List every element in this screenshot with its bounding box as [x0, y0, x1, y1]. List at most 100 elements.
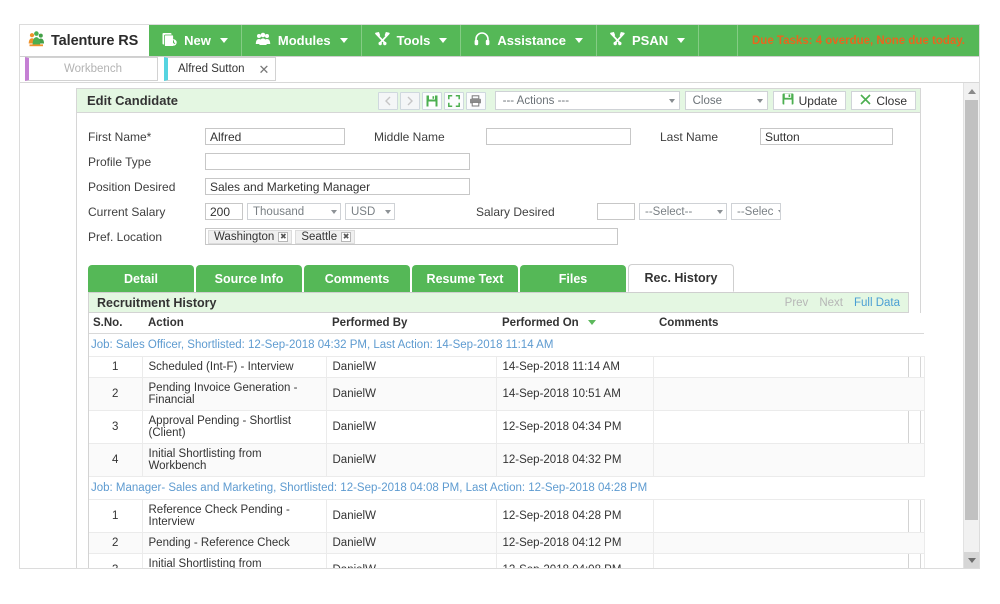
- cell-performed-by: DanielW: [326, 499, 497, 533]
- pref-location-tag-input[interactable]: Washington ✖ Seattle ✖: [205, 228, 618, 245]
- column-header-performed-by[interactable]: Performed By: [326, 313, 496, 334]
- application-window: Talenture RS New Modules Tools Assistanc…: [19, 24, 980, 569]
- location-tag-label: Seattle: [301, 230, 338, 243]
- first-name-field[interactable]: Alfred: [205, 128, 345, 145]
- menu-item-label: PSAN: [632, 33, 669, 48]
- chevron-down-icon: [439, 38, 448, 43]
- cell-action: Scheduled (Int-F) - Interview: [142, 356, 327, 378]
- prev-link[interactable]: Prev: [785, 297, 809, 309]
- profile-type-label: Profile Type: [88, 154, 152, 169]
- column-header-sno[interactable]: S.No.: [89, 313, 142, 334]
- last-name-field[interactable]: Sutton: [760, 128, 893, 145]
- brand-name: Talenture RS: [51, 32, 139, 49]
- brand-logo[interactable]: Talenture RS: [20, 25, 150, 56]
- menu-item-tools[interactable]: Tools: [362, 25, 462, 56]
- menu-item-label: Assistance: [497, 33, 566, 48]
- table-row[interactable]: 4 Initial Shortlisting from Workbench Da…: [89, 443, 925, 477]
- location-tag: Seattle ✖: [295, 229, 356, 244]
- menu-item-assistance[interactable]: Assistance: [461, 25, 597, 56]
- current-salary-field[interactable]: 200: [205, 203, 243, 220]
- table-row[interactable]: 2 Pending Invoice Generation - Financial…: [89, 377, 925, 411]
- middle-name-field[interactable]: [486, 128, 631, 145]
- close-icon[interactable]: ✕: [258, 63, 269, 76]
- chevron-down-icon: [756, 98, 763, 103]
- menu-item-modules[interactable]: Modules: [242, 25, 362, 56]
- vertical-scrollbar[interactable]: [963, 83, 979, 568]
- cell-performed-on: 14-Sep-2018 11:14 AM: [496, 356, 654, 378]
- current-salary-unit-dropdown[interactable]: Thousand: [247, 203, 341, 220]
- cell-action: Pending Invoice Generation - Financial: [142, 377, 327, 411]
- cell-sno: 4: [89, 443, 143, 477]
- salary-desired-label: Salary Desired: [476, 204, 555, 219]
- table-row[interactable]: 1 Scheduled (Int-F) - Interview DanielW …: [89, 356, 925, 378]
- salary-desired-currency-dropdown[interactable]: --Selec: [731, 203, 781, 220]
- cell-performed-by: DanielW: [326, 410, 497, 444]
- print-icon[interactable]: [465, 91, 486, 110]
- form-row-names: First Name* Alfred Middle Name Last Name…: [77, 124, 920, 149]
- close-dropdown[interactable]: Close: [684, 91, 768, 110]
- location-tag: Washington ✖: [208, 229, 293, 244]
- due-tasks-notice[interactable]: Due Tasks: 4 overdue, None due today.: [737, 25, 979, 56]
- recruitment-history-header: Recruitment History Prev Next Full Data: [89, 293, 908, 313]
- tab-comments[interactable]: Comments: [304, 265, 410, 292]
- full-data-link[interactable]: Full Data: [854, 297, 900, 309]
- column-header-performed-on[interactable]: Performed On: [496, 313, 653, 334]
- tab-files[interactable]: Files: [520, 265, 626, 292]
- workspace-tab-alfred-sutton[interactable]: Alfred Sutton ✕: [164, 57, 277, 81]
- form-row-position-desired: Position Desired Sales and Marketing Man…: [77, 174, 920, 199]
- cell-performed-by: DanielW: [326, 532, 497, 554]
- menu-item-psan[interactable]: PSAN: [597, 25, 700, 56]
- next-arrow-icon[interactable]: [399, 91, 420, 110]
- people-group-icon: [28, 31, 45, 50]
- update-button[interactable]: Update: [772, 91, 847, 110]
- tab-detail[interactable]: Detail: [88, 265, 194, 292]
- location-tag-label: Washington: [214, 230, 275, 243]
- remove-tag-icon[interactable]: ✖: [341, 231, 352, 242]
- actions-dropdown[interactable]: --- Actions ---: [494, 91, 680, 110]
- cell-performed-on: 12-Sep-2018 04:32 PM: [496, 443, 654, 477]
- edit-candidate-panel: Edit Candidate --- Actions --- Close Upd…: [76, 88, 925, 568]
- close-button-label: Close: [876, 93, 907, 108]
- update-button-label: Update: [798, 93, 838, 108]
- table-row[interactable]: 2 Pending - Reference Check DanielW 12-S…: [89, 532, 925, 554]
- job-group-header: Job: Manager- Sales and Marketing, Short…: [89, 476, 924, 500]
- scroll-up-icon[interactable]: [964, 83, 979, 99]
- table-row[interactable]: 3 Approval Pending - Shortlist (Client) …: [89, 410, 925, 444]
- tab-source-info[interactable]: Source Info: [196, 265, 302, 292]
- column-header-action[interactable]: Action: [142, 313, 326, 334]
- first-name-label: First Name*: [88, 129, 152, 144]
- salary-desired-unit-dropdown[interactable]: --Select--: [639, 203, 727, 220]
- form-row-pref-location: Pref. Location Washington ✖ Seattle ✖: [77, 224, 920, 249]
- next-link[interactable]: Next: [819, 297, 843, 309]
- current-salary-currency-value: USD: [351, 205, 376, 218]
- cell-sno: 2: [89, 532, 143, 554]
- menu-item-label: Tools: [396, 33, 431, 48]
- fullscreen-icon[interactable]: [443, 91, 464, 110]
- cell-action: Initial Shortlisting from Workbench: [142, 553, 327, 568]
- tab-label: Alfred Sutton: [178, 63, 245, 75]
- workspace-tab-workbench[interactable]: Workbench: [25, 57, 158, 81]
- close-button[interactable]: Close: [851, 91, 916, 110]
- remove-tag-icon[interactable]: ✖: [278, 231, 289, 242]
- current-salary-currency-dropdown[interactable]: USD: [345, 203, 395, 220]
- scroll-down-icon[interactable]: [964, 552, 979, 568]
- workspace-tab-strip: Workbench Alfred Sutton ✕: [20, 57, 979, 83]
- tab-rec-history[interactable]: Rec. History: [628, 264, 734, 292]
- scrollbar-thumb[interactable]: [965, 100, 978, 520]
- column-header-comments[interactable]: Comments: [653, 313, 924, 334]
- menu-item-new[interactable]: New: [149, 25, 242, 56]
- position-desired-field[interactable]: Sales and Marketing Manager: [205, 178, 470, 195]
- save-green-icon[interactable]: [421, 91, 442, 110]
- cell-comments: [653, 377, 925, 411]
- table-row[interactable]: 3 Initial Shortlisting from Workbench Da…: [89, 553, 925, 568]
- chevron-down-icon: [331, 209, 337, 214]
- tab-resume-text[interactable]: Resume Text: [412, 265, 518, 292]
- salary-desired-field[interactable]: [597, 203, 635, 220]
- prev-arrow-icon[interactable]: [377, 91, 398, 110]
- table-row[interactable]: 1 Reference Check Pending - Interview Da…: [89, 499, 925, 533]
- profile-type-field[interactable]: [205, 153, 470, 170]
- chevron-down-icon: [219, 38, 228, 43]
- x-close-icon: [860, 93, 871, 108]
- tab-label: Rec. History: [644, 271, 718, 285]
- form-row-profile-type: Profile Type: [77, 149, 920, 174]
